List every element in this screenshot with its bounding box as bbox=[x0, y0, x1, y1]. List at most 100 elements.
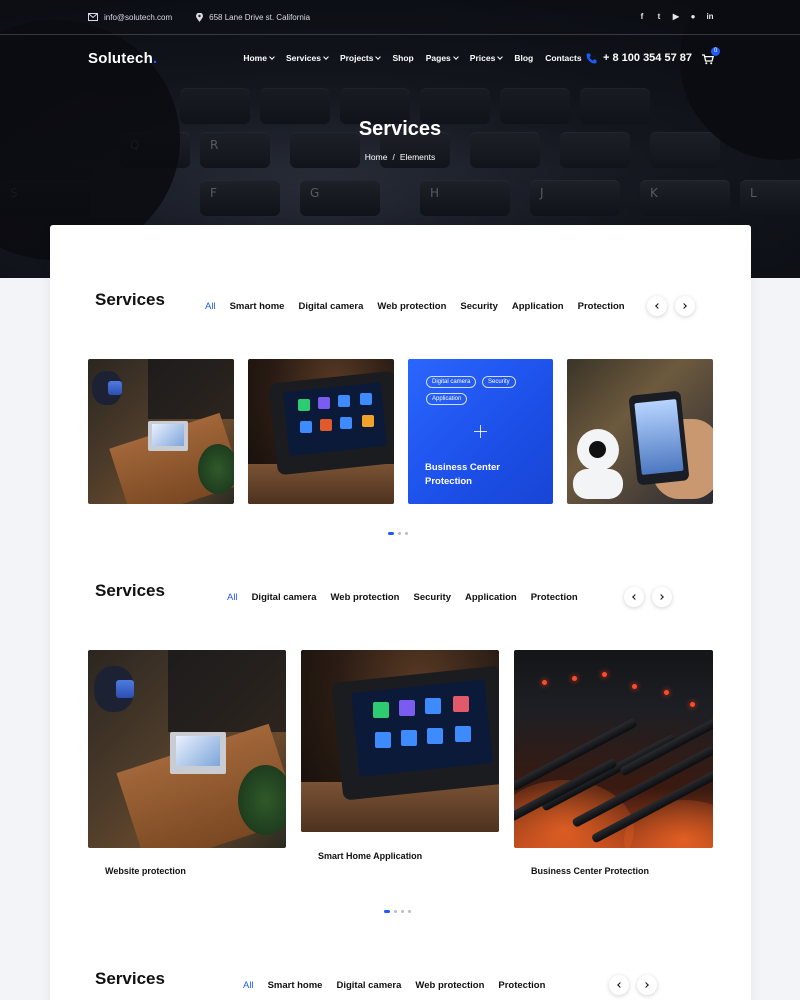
carousel-prev-button[interactable] bbox=[647, 296, 667, 316]
tab-smart-home[interactable]: Smart home bbox=[268, 980, 323, 991]
service-card-image[interactable] bbox=[88, 359, 234, 504]
tab-security[interactable]: Security bbox=[460, 301, 498, 312]
service-card-image[interactable] bbox=[514, 650, 713, 848]
tab-web-protection[interactable]: Web protection bbox=[415, 980, 484, 991]
tag-security[interactable]: Security bbox=[482, 376, 516, 388]
service-caption[interactable]: Smart Home Application bbox=[318, 851, 422, 861]
service-card-image[interactable] bbox=[301, 650, 499, 832]
pagination-dot[interactable] bbox=[398, 532, 401, 535]
github-icon[interactable]: ● bbox=[689, 13, 697, 21]
chevron-down-icon bbox=[269, 54, 275, 60]
nav-menu: Home Services Projects Shop Pages Prices… bbox=[243, 53, 581, 63]
nav-item-prices[interactable]: Prices bbox=[469, 53, 504, 63]
logo-text: Solutech bbox=[88, 49, 153, 67]
nav-item-shop[interactable]: Shop bbox=[392, 53, 413, 63]
topbar-email-text: info@solutech.com bbox=[104, 12, 173, 22]
tab-smart-home[interactable]: Smart home bbox=[230, 301, 285, 312]
nav-item-label: Prices bbox=[469, 53, 496, 63]
carousel-next-button[interactable] bbox=[652, 587, 672, 607]
chevron-right-icon bbox=[658, 594, 664, 600]
breadcrumb: Home / Elements bbox=[0, 152, 800, 162]
carousel-prev-button[interactable] bbox=[624, 587, 644, 607]
nav-item-label: Shop bbox=[392, 53, 414, 63]
service-card-image[interactable] bbox=[248, 359, 394, 504]
carousel-pagination bbox=[384, 910, 411, 913]
featured-card-title-line1: Business Center bbox=[425, 462, 500, 473]
tab-web-protection[interactable]: Web protection bbox=[377, 301, 446, 312]
facebook-icon[interactable]: f bbox=[638, 13, 646, 21]
logo-dot: . bbox=[152, 49, 158, 67]
tab-web-protection[interactable]: Web protection bbox=[331, 592, 400, 603]
cart-icon bbox=[702, 54, 715, 65]
mail-icon bbox=[88, 13, 98, 21]
section-title: Services bbox=[95, 969, 165, 988]
carousel-next-button[interactable] bbox=[637, 975, 657, 995]
pagination-dot[interactable] bbox=[384, 910, 390, 913]
topbar-email[interactable]: info@solutech.com bbox=[88, 13, 172, 22]
carousel-prev-button[interactable] bbox=[609, 975, 629, 995]
youtube-icon[interactable]: ▶ bbox=[672, 13, 680, 21]
nav-item-home[interactable]: Home bbox=[243, 53, 275, 63]
carousel-next-button[interactable] bbox=[675, 296, 695, 316]
chevron-left-icon bbox=[632, 594, 638, 600]
service-caption[interactable]: Business Center Protection bbox=[531, 866, 649, 876]
chevron-down-icon bbox=[452, 54, 459, 60]
chevron-right-icon bbox=[643, 982, 649, 988]
carousel-pagination bbox=[388, 532, 408, 535]
nav-item-projects[interactable]: Projects bbox=[340, 53, 382, 63]
nav-item-label: Pages bbox=[425, 53, 451, 63]
service-card-image[interactable] bbox=[88, 650, 286, 848]
tag-digital-camera[interactable]: Digital camera bbox=[426, 376, 477, 388]
content-card: Services All Smart home Digital camera W… bbox=[50, 225, 751, 1000]
pagination-dot[interactable] bbox=[394, 910, 397, 913]
nav-item-services[interactable]: Services bbox=[285, 53, 329, 63]
featured-card-title-line2: Protection bbox=[425, 476, 472, 487]
breadcrumb-separator: / bbox=[392, 152, 395, 162]
phone-icon bbox=[586, 53, 597, 63]
linkedin-icon[interactable]: in bbox=[706, 13, 714, 21]
twitter-icon[interactable]: t bbox=[655, 13, 663, 21]
nav-item-contacts[interactable]: Contacts bbox=[545, 53, 581, 63]
section-title: Services bbox=[95, 581, 165, 600]
tab-digital-camera[interactable]: Digital camera bbox=[336, 980, 401, 991]
tag-application[interactable]: Application bbox=[426, 393, 468, 405]
featured-service-card[interactable]: Digital camera Security Application Busi… bbox=[408, 359, 553, 504]
tab-security[interactable]: Security bbox=[413, 592, 451, 603]
section1-filter-tabs: All Smart home Digital camera Web protec… bbox=[205, 301, 625, 312]
logo[interactable]: Solutech. bbox=[88, 50, 157, 67]
social-links: f t ▶ ● in bbox=[638, 13, 714, 21]
nav-item-blog[interactable]: Blog bbox=[514, 53, 533, 63]
chevron-right-icon bbox=[681, 303, 687, 309]
topbar: info@solutech.com 658 Lane Drive st. Cal… bbox=[88, 10, 714, 24]
tab-application[interactable]: Application bbox=[512, 301, 564, 312]
nav-item-pages[interactable]: Pages bbox=[425, 53, 459, 63]
tab-all[interactable]: All bbox=[227, 592, 238, 603]
tab-protection[interactable]: Protection bbox=[578, 301, 625, 312]
pagination-dot[interactable] bbox=[405, 532, 408, 535]
plus-icon[interactable] bbox=[474, 425, 487, 438]
tab-all[interactable]: All bbox=[205, 301, 216, 312]
chevron-down-icon bbox=[323, 54, 329, 60]
cart-count-badge: 0 bbox=[711, 47, 720, 56]
cart-button[interactable]: 0 bbox=[702, 47, 720, 65]
tab-protection[interactable]: Protection bbox=[531, 592, 578, 603]
tab-digital-camera[interactable]: Digital camera bbox=[252, 592, 317, 603]
tab-digital-camera[interactable]: Digital camera bbox=[298, 301, 363, 312]
service-card-image[interactable] bbox=[567, 359, 713, 504]
tab-all[interactable]: All bbox=[243, 980, 254, 991]
phone-link[interactable]: + 8 100 354 57 87 bbox=[586, 52, 692, 64]
section3-filter-tabs: All Smart home Digital camera Web protec… bbox=[243, 980, 545, 991]
breadcrumb-home[interactable]: Home bbox=[365, 152, 388, 162]
main-nav: Solutech. Home Services Projects Shop Pa… bbox=[88, 47, 720, 68]
chevron-down-icon bbox=[497, 54, 504, 60]
pagination-dot[interactable] bbox=[401, 910, 404, 913]
chevron-left-icon bbox=[655, 303, 661, 309]
tab-protection[interactable]: Protection bbox=[498, 980, 545, 991]
pagination-dot[interactable] bbox=[388, 532, 394, 535]
service-caption[interactable]: Website protection bbox=[105, 866, 186, 876]
chevron-left-icon bbox=[617, 982, 623, 988]
tab-application[interactable]: Application bbox=[465, 592, 517, 603]
pagination-dot[interactable] bbox=[408, 910, 411, 913]
section3-carousel-arrows bbox=[609, 975, 657, 995]
nav-item-label: Services bbox=[285, 53, 321, 63]
